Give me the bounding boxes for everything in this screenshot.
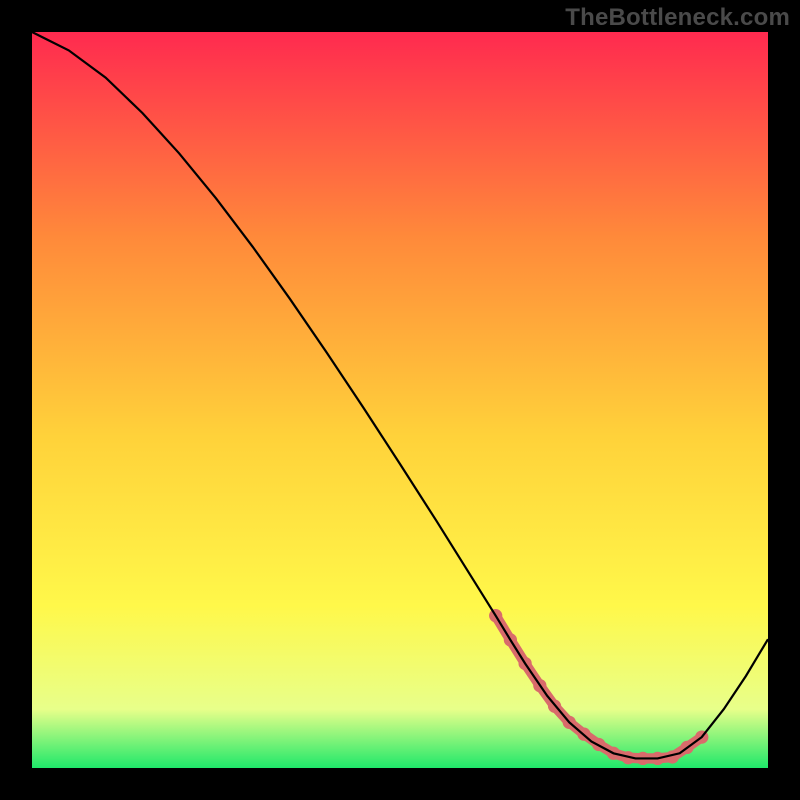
watermark-text: TheBottleneck.com — [565, 4, 790, 32]
chart-svg — [32, 32, 768, 768]
plot-area — [32, 32, 768, 768]
gradient-background — [32, 32, 768, 768]
chart-frame: TheBottleneck.com — [0, 0, 800, 800]
